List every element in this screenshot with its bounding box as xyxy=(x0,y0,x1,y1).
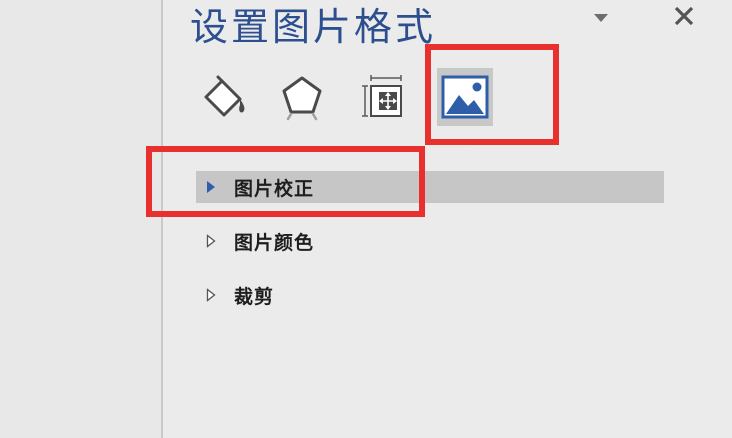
section-picture-corrections[interactable]: 图片校正 xyxy=(196,171,664,203)
tab-size-properties[interactable] xyxy=(354,68,410,126)
section-label: 裁剪 xyxy=(234,285,275,308)
close-pane-button[interactable] xyxy=(670,2,698,30)
tab-fill-line[interactable] xyxy=(195,68,251,126)
expand-arrow-icon xyxy=(200,288,222,302)
tab-indicator xyxy=(428,146,472,147)
close-icon xyxy=(674,6,694,26)
caret-down-icon xyxy=(594,14,608,22)
pentagon-icon xyxy=(282,76,322,121)
pane-title: 设置图片格式 xyxy=(190,5,437,49)
paint-bucket-icon xyxy=(204,75,245,117)
document-area xyxy=(0,0,161,438)
section-label: 图片校正 xyxy=(234,177,315,200)
tab-effects[interactable] xyxy=(274,68,330,126)
section-label: 图片颜色 xyxy=(234,231,315,254)
tab-picture[interactable] xyxy=(437,68,493,126)
section-picture-color[interactable]: 图片颜色 xyxy=(196,225,664,257)
expand-arrow-icon xyxy=(200,180,222,194)
section-crop[interactable]: 裁剪 xyxy=(196,279,664,311)
pane-options-button[interactable] xyxy=(592,10,610,24)
format-picture-pane xyxy=(163,0,732,438)
expand-arrow-icon xyxy=(200,234,222,248)
size-position-icon xyxy=(362,75,402,117)
picture-icon xyxy=(441,75,489,119)
